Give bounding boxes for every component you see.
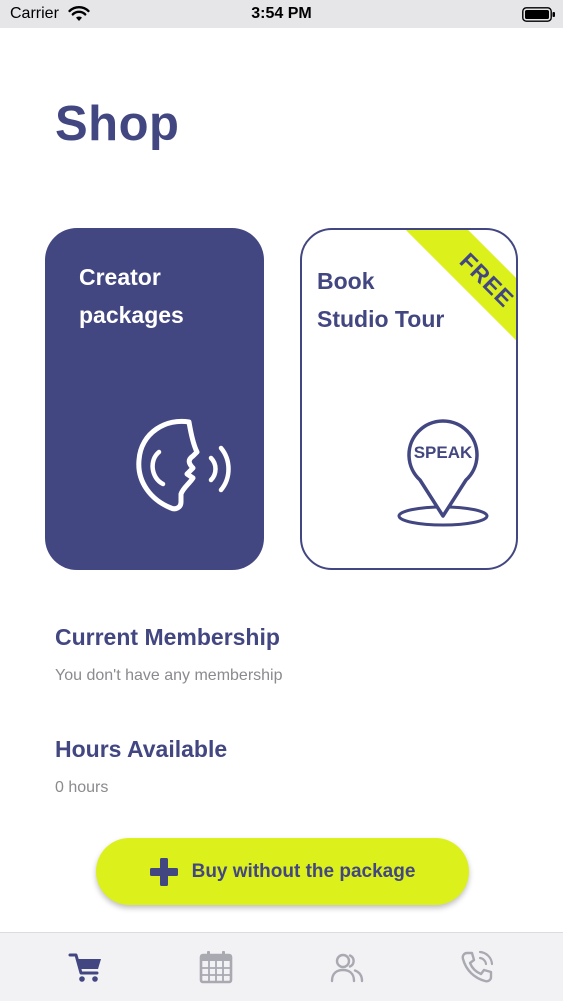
- tour-title-line2: Studio Tour: [317, 306, 445, 332]
- buy-without-package-button[interactable]: Buy without the package: [96, 838, 469, 905]
- membership-value: You don't have any membership: [55, 667, 283, 684]
- tab-phone[interactable]: [459, 949, 495, 985]
- free-ribbon-label: FREE: [455, 247, 518, 312]
- calendar-icon: [199, 951, 233, 984]
- cart-icon: [68, 953, 101, 982]
- creator-title-line2: packages: [79, 302, 184, 328]
- tour-card-title: Book Studio Tour: [317, 262, 444, 338]
- book-studio-tour-card[interactable]: Book Studio Tour FREE SPEAK: [300, 228, 518, 570]
- tab-shop[interactable]: [68, 949, 104, 985]
- tab-calendar[interactable]: [198, 949, 234, 985]
- location-pin-icon: SPEAK: [397, 419, 489, 527]
- creator-card-title: Creator packages: [79, 258, 184, 334]
- page-title: Shop: [55, 97, 180, 151]
- phone-icon: [461, 950, 494, 983]
- membership-heading: Current Membership: [55, 624, 280, 650]
- status-bar: Carrier 3:54 PM: [0, 0, 563, 28]
- tour-title-line1: Book: [317, 268, 375, 294]
- buy-button-label: Buy without the package: [191, 860, 416, 882]
- plus-icon: [149, 857, 178, 886]
- pin-label: SPEAK: [414, 443, 473, 462]
- tab-bar: [0, 932, 563, 1001]
- hours-heading: Hours Available: [55, 736, 228, 762]
- status-time: 3:54 PM: [251, 5, 312, 22]
- people-icon: [330, 953, 364, 983]
- hours-value: 0 hours: [55, 779, 109, 796]
- speaking-head-icon: [136, 418, 231, 512]
- creator-packages-card[interactable]: Creator packages: [45, 228, 264, 570]
- tab-people[interactable]: [329, 949, 365, 985]
- creator-title-line1: Creator: [79, 264, 161, 290]
- battery-icon: [522, 7, 555, 22]
